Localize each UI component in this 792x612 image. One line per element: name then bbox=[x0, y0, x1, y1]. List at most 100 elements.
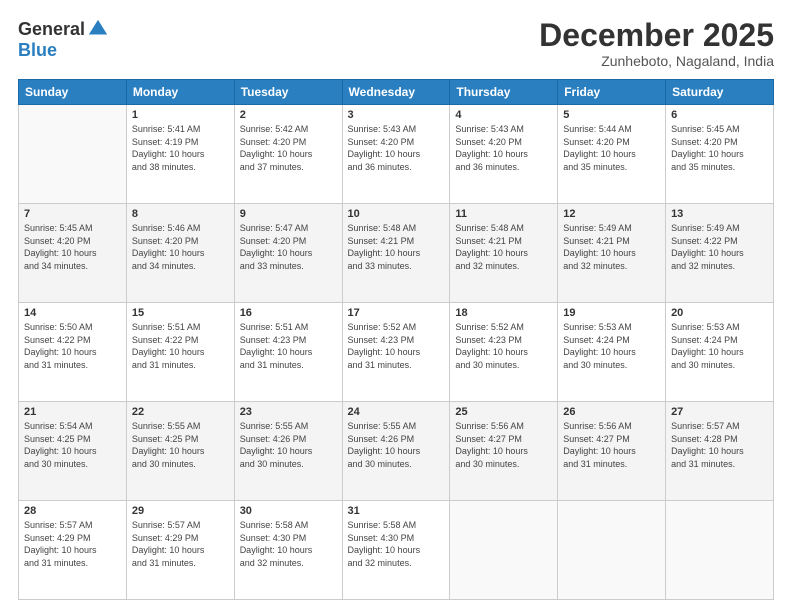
day-number: 3 bbox=[348, 109, 445, 121]
day-info: Sunrise: 5:51 AM Sunset: 4:22 PM Dayligh… bbox=[132, 321, 229, 371]
col-friday: Friday bbox=[558, 80, 666, 105]
day-number: 23 bbox=[240, 406, 337, 418]
day-info: Sunrise: 5:41 AM Sunset: 4:19 PM Dayligh… bbox=[132, 123, 229, 173]
week-row-4: 21 Sunrise: 5:54 AM Sunset: 4:25 PM Dayli… bbox=[19, 402, 774, 501]
day-info: Sunrise: 5:53 AM Sunset: 4:24 PM Dayligh… bbox=[563, 321, 660, 371]
day-info: Sunrise: 5:57 AM Sunset: 4:29 PM Dayligh… bbox=[132, 519, 229, 569]
day-info: Sunrise: 5:56 AM Sunset: 4:27 PM Dayligh… bbox=[455, 420, 552, 470]
day-info: Sunrise: 5:55 AM Sunset: 4:26 PM Dayligh… bbox=[348, 420, 445, 470]
day-number: 10 bbox=[348, 208, 445, 220]
col-thursday: Thursday bbox=[450, 80, 558, 105]
day-info: Sunrise: 5:48 AM Sunset: 4:21 PM Dayligh… bbox=[348, 222, 445, 272]
calendar-cell: 7Sunrise: 5:45 AM Sunset: 4:20 PM Daylig… bbox=[19, 204, 127, 303]
day-number: 30 bbox=[240, 505, 337, 517]
calendar-cell: 17 Sunrise: 5:52 AM Sunset: 4:23 PM Dayli… bbox=[342, 303, 450, 402]
day-info: Sunrise: 5:58 AM Sunset: 4:30 PM Dayligh… bbox=[348, 519, 445, 569]
header: General Blue December 2025 Zunheboto, Na… bbox=[18, 18, 774, 69]
calendar-cell: 1 Sunrise: 5:41 AM Sunset: 4:19 PM Daylig… bbox=[126, 105, 234, 204]
day-number: 26 bbox=[563, 406, 660, 418]
day-number: 11 bbox=[455, 208, 552, 220]
col-monday: Monday bbox=[126, 80, 234, 105]
day-number: 8 bbox=[132, 208, 229, 220]
calendar-cell: 19 Sunrise: 5:53 AM Sunset: 4:24 PM Dayli… bbox=[558, 303, 666, 402]
day-info: Sunrise: 5:47 AM Sunset: 4:20 PM Dayligh… bbox=[240, 222, 337, 272]
week-row-1: 1 Sunrise: 5:41 AM Sunset: 4:19 PM Daylig… bbox=[19, 105, 774, 204]
calendar-cell bbox=[19, 105, 127, 204]
day-number: 19 bbox=[563, 307, 660, 319]
day-number: 28 bbox=[24, 505, 121, 517]
day-info: Sunrise: 5:56 AM Sunset: 4:27 PM Dayligh… bbox=[563, 420, 660, 470]
col-sunday: Sunday bbox=[19, 80, 127, 105]
day-number: 22 bbox=[132, 406, 229, 418]
calendar-cell bbox=[666, 501, 774, 600]
day-number: 16 bbox=[240, 307, 337, 319]
day-info: Sunrise: 5:46 AM Sunset: 4:20 PM Dayligh… bbox=[132, 222, 229, 272]
day-number: 31 bbox=[348, 505, 445, 517]
day-number: 12 bbox=[563, 208, 660, 220]
calendar-cell: 2 Sunrise: 5:42 AM Sunset: 4:20 PM Daylig… bbox=[234, 105, 342, 204]
day-info: Sunrise: 5:57 AM Sunset: 4:28 PM Dayligh… bbox=[671, 420, 768, 470]
day-number: 20 bbox=[671, 307, 768, 319]
day-number: 14 bbox=[24, 307, 121, 319]
day-info: Sunrise: 5:42 AM Sunset: 4:20 PM Dayligh… bbox=[240, 123, 337, 173]
calendar-cell: 22 Sunrise: 5:55 AM Sunset: 4:25 PM Dayli… bbox=[126, 402, 234, 501]
col-wednesday: Wednesday bbox=[342, 80, 450, 105]
calendar-cell: 27 Sunrise: 5:57 AM Sunset: 4:28 PM Dayli… bbox=[666, 402, 774, 501]
calendar-cell: 15 Sunrise: 5:51 AM Sunset: 4:22 PM Dayli… bbox=[126, 303, 234, 402]
day-number: 13 bbox=[671, 208, 768, 220]
day-number: 15 bbox=[132, 307, 229, 319]
calendar-cell: 29 Sunrise: 5:57 AM Sunset: 4:29 PM Dayli… bbox=[126, 501, 234, 600]
calendar-cell: 14 Sunrise: 5:50 AM Sunset: 4:22 PM Dayli… bbox=[19, 303, 127, 402]
calendar-cell: 10 Sunrise: 5:48 AM Sunset: 4:21 PM Dayli… bbox=[342, 204, 450, 303]
calendar-cell: 5 Sunrise: 5:44 AM Sunset: 4:20 PM Daylig… bbox=[558, 105, 666, 204]
day-info: Sunrise: 5:49 AM Sunset: 4:21 PM Dayligh… bbox=[563, 222, 660, 272]
day-info: Sunrise: 5:43 AM Sunset: 4:20 PM Dayligh… bbox=[348, 123, 445, 173]
day-info: Sunrise: 5:50 AM Sunset: 4:22 PM Dayligh… bbox=[24, 321, 121, 371]
day-info: Sunrise: 5:55 AM Sunset: 4:26 PM Dayligh… bbox=[240, 420, 337, 470]
day-info: Sunrise: 5:55 AM Sunset: 4:25 PM Dayligh… bbox=[132, 420, 229, 470]
day-info: Sunrise: 5:48 AM Sunset: 4:21 PM Dayligh… bbox=[455, 222, 552, 272]
calendar-cell: 11 Sunrise: 5:48 AM Sunset: 4:21 PM Dayli… bbox=[450, 204, 558, 303]
day-number: 5 bbox=[563, 109, 660, 121]
col-saturday: Saturday bbox=[666, 80, 774, 105]
day-info: Sunrise: 5:58 AM Sunset: 4:30 PM Dayligh… bbox=[240, 519, 337, 569]
calendar-cell: 31 Sunrise: 5:58 AM Sunset: 4:30 PM Dayli… bbox=[342, 501, 450, 600]
calendar-cell: 24Sunrise: 5:55 AM Sunset: 4:26 PM Dayli… bbox=[342, 402, 450, 501]
day-number: 18 bbox=[455, 307, 552, 319]
calendar-cell: 13 Sunrise: 5:49 AM Sunset: 4:22 PM Dayli… bbox=[666, 204, 774, 303]
day-info: Sunrise: 5:52 AM Sunset: 4:23 PM Dayligh… bbox=[348, 321, 445, 371]
day-number: 1 bbox=[132, 109, 229, 121]
calendar-cell: 12 Sunrise: 5:49 AM Sunset: 4:21 PM Dayli… bbox=[558, 204, 666, 303]
logo-icon bbox=[87, 18, 109, 40]
day-info: Sunrise: 5:49 AM Sunset: 4:22 PM Dayligh… bbox=[671, 222, 768, 272]
calendar-cell: 26 Sunrise: 5:56 AM Sunset: 4:27 PM Dayli… bbox=[558, 402, 666, 501]
day-number: 9 bbox=[240, 208, 337, 220]
day-info: Sunrise: 5:44 AM Sunset: 4:20 PM Dayligh… bbox=[563, 123, 660, 173]
day-number: 17 bbox=[348, 307, 445, 319]
calendar-table: Sunday Monday Tuesday Wednesday Thursday… bbox=[18, 79, 774, 600]
day-info: Sunrise: 5:43 AM Sunset: 4:20 PM Dayligh… bbox=[455, 123, 552, 173]
day-info: Sunrise: 5:53 AM Sunset: 4:24 PM Dayligh… bbox=[671, 321, 768, 371]
day-number: 29 bbox=[132, 505, 229, 517]
calendar-cell: 18Sunrise: 5:52 AM Sunset: 4:23 PM Dayli… bbox=[450, 303, 558, 402]
title-block: December 2025 Zunheboto, Nagaland, India bbox=[539, 18, 774, 69]
day-number: 4 bbox=[455, 109, 552, 121]
calendar-cell: 28Sunrise: 5:57 AM Sunset: 4:29 PM Dayli… bbox=[19, 501, 127, 600]
logo-general-text: General bbox=[18, 19, 85, 40]
day-info: Sunrise: 5:54 AM Sunset: 4:25 PM Dayligh… bbox=[24, 420, 121, 470]
calendar-cell: 9 Sunrise: 5:47 AM Sunset: 4:20 PM Daylig… bbox=[234, 204, 342, 303]
day-number: 21 bbox=[24, 406, 121, 418]
week-row-2: 7Sunrise: 5:45 AM Sunset: 4:20 PM Daylig… bbox=[19, 204, 774, 303]
week-row-5: 28 Sunrise: 5:57 AM Sunset: 4:29 PM Dayli… bbox=[19, 501, 774, 600]
month-title: December 2025 bbox=[539, 18, 774, 53]
day-number: 7 bbox=[24, 208, 121, 220]
page: General Blue December 2025 Zunheboto, Na… bbox=[0, 0, 792, 612]
day-number: 27 bbox=[671, 406, 768, 418]
day-number: 2 bbox=[240, 109, 337, 121]
calendar-cell: 4 Sunrise: 5:43 AM Sunset: 4:20 PM Daylig… bbox=[450, 105, 558, 204]
calendar-cell bbox=[558, 501, 666, 600]
logo-blue-text: Blue bbox=[18, 40, 57, 61]
day-number: 6 bbox=[671, 109, 768, 121]
calendar-cell bbox=[450, 501, 558, 600]
calendar-header-row: Sunday Monday Tuesday Wednesday Thursday… bbox=[19, 80, 774, 105]
